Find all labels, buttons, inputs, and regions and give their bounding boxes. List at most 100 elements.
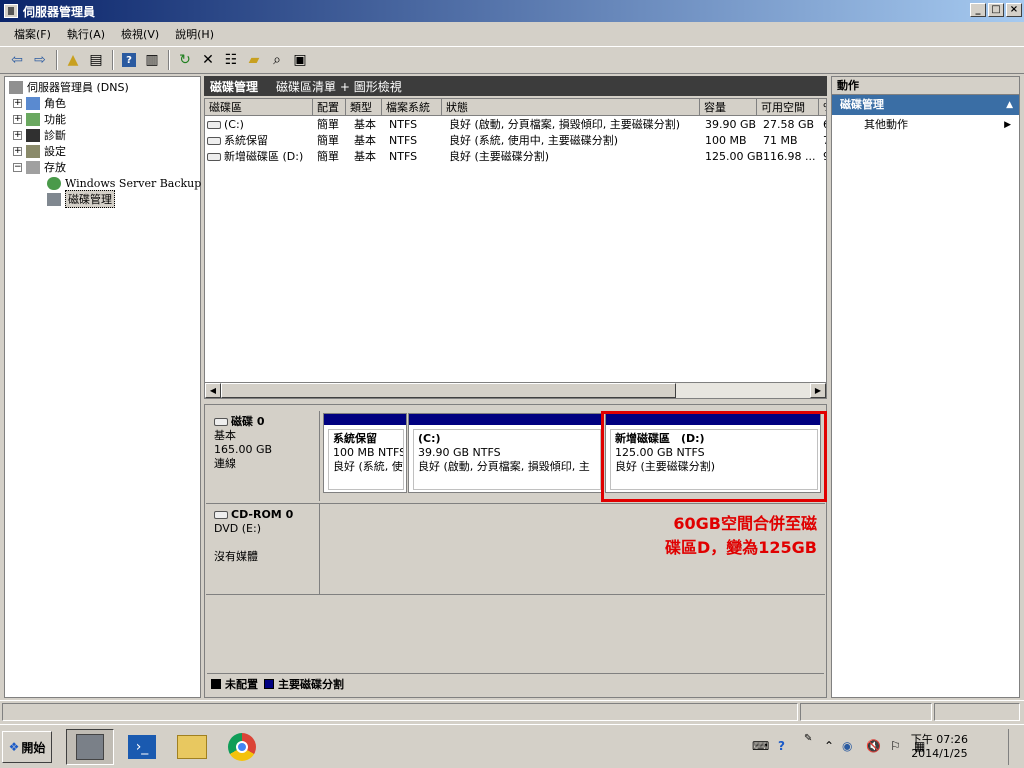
disk-name: 磁碟 0 [231,415,265,428]
server-manager-icon [76,734,104,760]
disk-info: CD-ROM 0 DVD (E:) 沒有媒體 [206,504,320,594]
tree-item-disk-management[interactable]: 磁碟管理 [47,190,115,208]
tree-item-windows-server-backup[interactable]: Windows Server Backup [47,175,201,191]
horizontal-scrollbar[interactable]: ◀ ▶ [204,382,827,399]
disk-drive: DVD (E:) [214,522,262,535]
tree-item-label: 診斷 [44,129,66,142]
menu-action[interactable]: 執行(A) [59,26,113,42]
forward-icon[interactable]: ⇨ [29,49,51,71]
flag-icon[interactable]: ⚐ [890,739,901,753]
center-title: 磁碟管理 [210,79,259,94]
cell: 簡單 [317,134,339,147]
disk-info: 磁碟 0 基本 165.00 GB 連線 [206,411,320,501]
column-header[interactable]: 配置 [313,99,346,116]
open-icon[interactable]: ▰ [243,49,265,71]
collapse-icon[interactable]: − [13,162,22,172]
expand-icon[interactable]: + [13,146,22,156]
language-icon[interactable]: ✎ [804,733,812,744]
cell: 6 [823,117,826,133]
menu-help[interactable]: 說明(H) [167,26,222,42]
column-header[interactable]: 容量 [700,99,757,116]
column-header[interactable]: 狀態 [442,99,700,116]
keyboard-icon[interactable]: ⌨ [752,739,769,753]
column-header[interactable]: 檔案系統 [382,99,442,116]
properties-icon[interactable]: ☷ [220,49,242,71]
scroll-left-icon[interactable]: ◀ [205,383,221,398]
scroll-right-icon[interactable]: ▶ [810,383,826,398]
back-icon[interactable]: ⇦ [6,49,28,71]
taskbar-explorer[interactable] [168,729,216,765]
scroll-thumb[interactable] [221,383,676,398]
maximize-button[interactable]: □ [988,3,1004,17]
toolbar: ⇦ ⇨ ▲ ▤ ? ▥ ↻ ✕ ☷ ▰ ⌕ ▣ [0,46,1024,74]
clock[interactable]: 下午 07:26 2014/1/25 [911,733,968,761]
cell: 簡單 [317,118,339,131]
disk-status: 連線 [214,457,236,470]
taskbar-chrome[interactable] [218,729,266,765]
tree-item-storage[interactable]: − 存放 [13,159,66,175]
center-view-label: 磁碟區清單 + 圖形檢視 [276,79,402,94]
tree-item-configuration[interactable]: + 設定 [13,143,66,159]
help-icon[interactable]: ? [778,739,785,753]
cell: 基本 [354,134,376,147]
close-button[interactable]: × [1006,3,1022,17]
cell: 71 MB [763,134,798,147]
start-button[interactable]: ❖ 開始 [2,731,52,763]
taskbar-powershell[interactable]: ›_ [118,729,166,765]
tree-item-label: 設定 [44,145,66,158]
volume-muted-icon[interactable]: 🔇 [866,739,881,753]
show-hidden-icons-icon[interactable]: ⌃ [824,739,834,753]
cell: 27.58 GB [763,118,815,131]
cell: 良好 (主要磁碟分割) [449,150,550,163]
tree-item-features[interactable]: + 功能 [13,111,66,127]
expand-icon[interactable]: + [13,114,22,124]
toolbar-separator [112,50,114,70]
actions-section[interactable]: 磁碟管理 ▲ [832,95,1019,115]
taskbar-server-manager[interactable] [66,729,114,765]
column-header[interactable]: 類型 [346,99,382,116]
cell: 39.90 GB [705,118,757,131]
show-hide-tree-icon[interactable]: ▤ [85,49,107,71]
column-header[interactable]: 磁碟區 [205,99,313,116]
start-label: 開始 [21,740,46,755]
export-icon[interactable]: ▣ [289,49,311,71]
legend: 未配置 主要磁碟分割 [207,673,824,693]
roles-icon [26,96,40,110]
cell: NTFS [389,118,418,131]
disk-size: 165.00 GB [214,443,273,456]
status-bar [0,700,1024,722]
menu-file[interactable]: 檔案(F) [6,26,59,42]
expand-icon[interactable]: + [13,98,22,108]
minimize-button[interactable]: _ [970,3,986,17]
tree-root[interactable]: 伺服器管理員 (DNS) [9,79,129,95]
tree-item-diagnostics[interactable]: + 診斷 [13,127,66,143]
tree-item-roles[interactable]: + 角色 [13,95,66,111]
show-desktop-button[interactable] [1008,729,1022,765]
network-icon[interactable]: ◉ [842,739,852,753]
up-folder-icon[interactable]: ▲ [62,49,84,71]
actions-header: 動作 [832,77,1019,95]
cell: (C:) [224,118,244,131]
windows-logo-icon: ❖ [8,740,20,754]
toolbar-separator [56,50,58,70]
menu-view[interactable]: 檢視(V) [113,26,167,42]
show-hide-action-icon[interactable]: ▥ [141,49,163,71]
tree-root-label: 伺服器管理員 (DNS) [27,81,129,94]
partition-fs: 39.90 GB NTFS [418,446,501,459]
disk-type: 基本 [214,429,236,442]
partition-c[interactable]: (C:) 39.90 GB NTFS 良好 (啟動, 分頁檔案, 損毀傾印, 主 [408,413,604,493]
volume-list: 磁碟區 配置 類型 檔案系統 狀態 容量 可用空間 % (C:) 簡單 基本 N… [204,98,827,398]
help-icon[interactable]: ? [118,49,140,71]
more-actions-item[interactable]: 其他動作 ▶ [832,115,1019,135]
column-header[interactable]: 可用空間 [757,99,819,116]
partition-system-reserved[interactable]: 系統保留 100 MB NTFS 良好 (系統, 使 [323,413,407,493]
delete-icon[interactable]: ✕ [197,49,219,71]
center-header: 磁碟管理 磁碟區清單 + 圖形檢視 [204,76,827,96]
annotation-box [601,411,827,502]
column-header[interactable]: % [819,99,826,116]
backup-icon [47,176,61,190]
expand-icon[interactable]: + [13,130,22,140]
refresh-icon[interactable]: ↻ [174,49,196,71]
collapse-icon[interactable]: ▲ [1006,95,1013,115]
search-icon[interactable]: ⌕ [266,49,288,71]
